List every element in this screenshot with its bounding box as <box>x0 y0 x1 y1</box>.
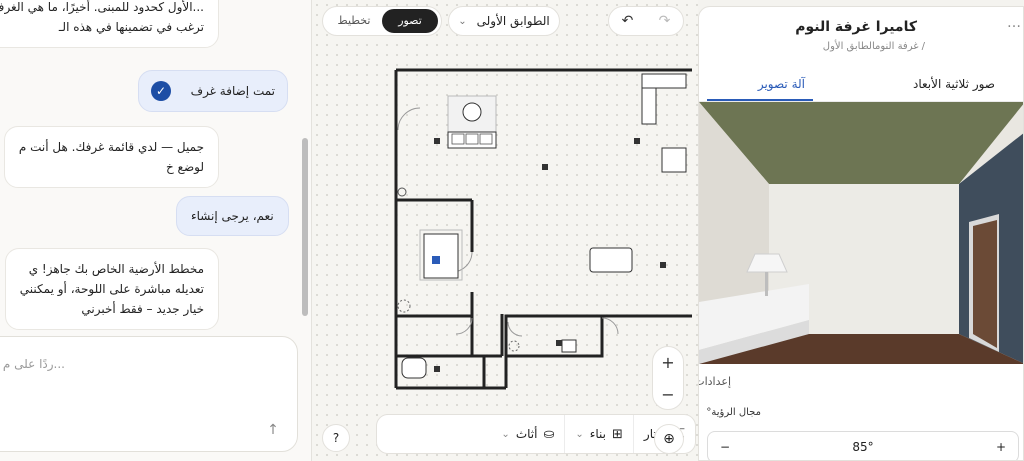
chat-input-placeholder: ...ردًا على م <box>2 357 65 371</box>
status-text: تمت إضافة غرف <box>190 84 275 98</box>
undo-icon[interactable]: ↶ <box>609 13 646 29</box>
zoom-in-icon[interactable]: + <box>653 347 683 379</box>
undo-redo-group: ↶ ↷ <box>608 6 684 36</box>
floor-label: الطوابق الأولى <box>476 14 550 28</box>
plus-icon[interactable]: + <box>996 440 1006 454</box>
message-line: لوضع خ <box>166 160 204 174</box>
tool-label: بناء <box>589 427 607 441</box>
camera-panel: كاميرا غرفة النوم / غرفة النومالطابق الأ… <box>698 6 1024 461</box>
tab-camera[interactable]: آلة تصوير <box>758 77 805 91</box>
active-tab-indicator <box>707 99 813 101</box>
fov-label: مجال الرؤية° <box>706 407 761 418</box>
tool-furniture[interactable]: ⛀ أثاث ⌄ <box>491 415 564 453</box>
ai-message: ...الأول كحدود للمبنى. أخيرًا، ما هي الغ… <box>0 0 219 48</box>
fov-stepper[interactable]: − 85° + <box>707 431 1019 460</box>
redo-icon[interactable]: ↷ <box>646 13 683 29</box>
message-line: مخطط الأرضية الخاص بك جاهز! ي <box>28 262 204 276</box>
help-button[interactable]: ? <box>322 424 350 452</box>
chevron-down-icon: ⌄ <box>501 428 510 440</box>
chevron-down-icon: ⌄ <box>458 15 467 27</box>
tool-label: أثاث <box>515 427 538 441</box>
mode-switch: تخطيط تصور <box>322 6 442 36</box>
ai-message: جميل — لدي قائمة غرفك. هل أنت م لوضع خ <box>3 126 219 188</box>
locate-icon[interactable]: ⊕ <box>654 424 684 454</box>
fov-value: 85° <box>852 440 874 454</box>
grid-icon: ⊞ <box>612 426 623 442</box>
bottom-toolbar: ⇱ يختار ⊞ بناء ⌄ ⛀ أثاث ⌄ <box>376 414 696 454</box>
panel-title: كاميرا غرفة النوم <box>795 19 917 35</box>
mode-tab-layout[interactable]: تخطيط <box>326 9 382 33</box>
message-line: خيار جديد – فقط أخبرني <box>81 302 204 316</box>
chevron-down-icon: ⌄ <box>575 428 584 440</box>
app-root: ...الأول كحدود للمبنى. أخيرًا، ما هي الغ… <box>0 0 1024 461</box>
check-icon: ✓ <box>151 81 171 101</box>
floorplan <box>394 68 692 390</box>
send-arrow-icon[interactable]: ↑ <box>263 420 283 440</box>
camera-render[interactable] <box>699 102 1023 364</box>
chat-input[interactable]: ...ردًا على م ↑ <box>0 336 298 452</box>
more-icon[interactable]: … <box>1007 15 1021 31</box>
chat-scrollbar[interactable] <box>302 138 308 316</box>
settings-heading: إعدادات <box>699 375 731 388</box>
minus-icon[interactable]: − <box>720 440 730 454</box>
message-line: ...الأول كحدود للمبنى. أخيرًا، ما هي الغ… <box>0 0 204 14</box>
mode-tab-visualize[interactable]: تصور <box>382 9 438 33</box>
user-message: نعم، يرجى إنشاء <box>176 196 289 236</box>
message-line: جميل — لدي قائمة غرفك. هل أنت م <box>18 140 204 154</box>
chat-panel: ...الأول كحدود للمبنى. أخيرًا، ما هي الغ… <box>0 0 312 461</box>
zoom-controls: + − <box>652 346 684 410</box>
room-render-image <box>699 102 1023 364</box>
message-line: تعديله مباشرة على اللوحة، أو يمكنني <box>19 282 204 296</box>
tool-build[interactable]: ⊞ بناء ⌄ <box>564 415 633 453</box>
zoom-out-icon[interactable]: − <box>653 379 683 411</box>
breadcrumb: / غرفة النومالطابق الأول <box>822 41 925 52</box>
floorplan-canvas[interactable]: تخطيط تصور الطوابق الأولى ⌄ ↶ ↷ + − ? ⇱ … <box>312 0 698 461</box>
floor-select[interactable]: الطوابق الأولى ⌄ <box>448 6 560 36</box>
message-line: ترغب في تضمينها في هذه الـ <box>58 20 204 34</box>
tab-3d-photos[interactable]: صور ثلاثية الأبعاد <box>913 77 995 91</box>
ai-message: مخطط الأرضية الخاص بك جاهز! ي تعديله مبا… <box>4 248 219 330</box>
rooms-added-badge: ✓ تمت إضافة غرف <box>138 70 288 112</box>
sofa-icon: ⛀ <box>543 426 555 442</box>
